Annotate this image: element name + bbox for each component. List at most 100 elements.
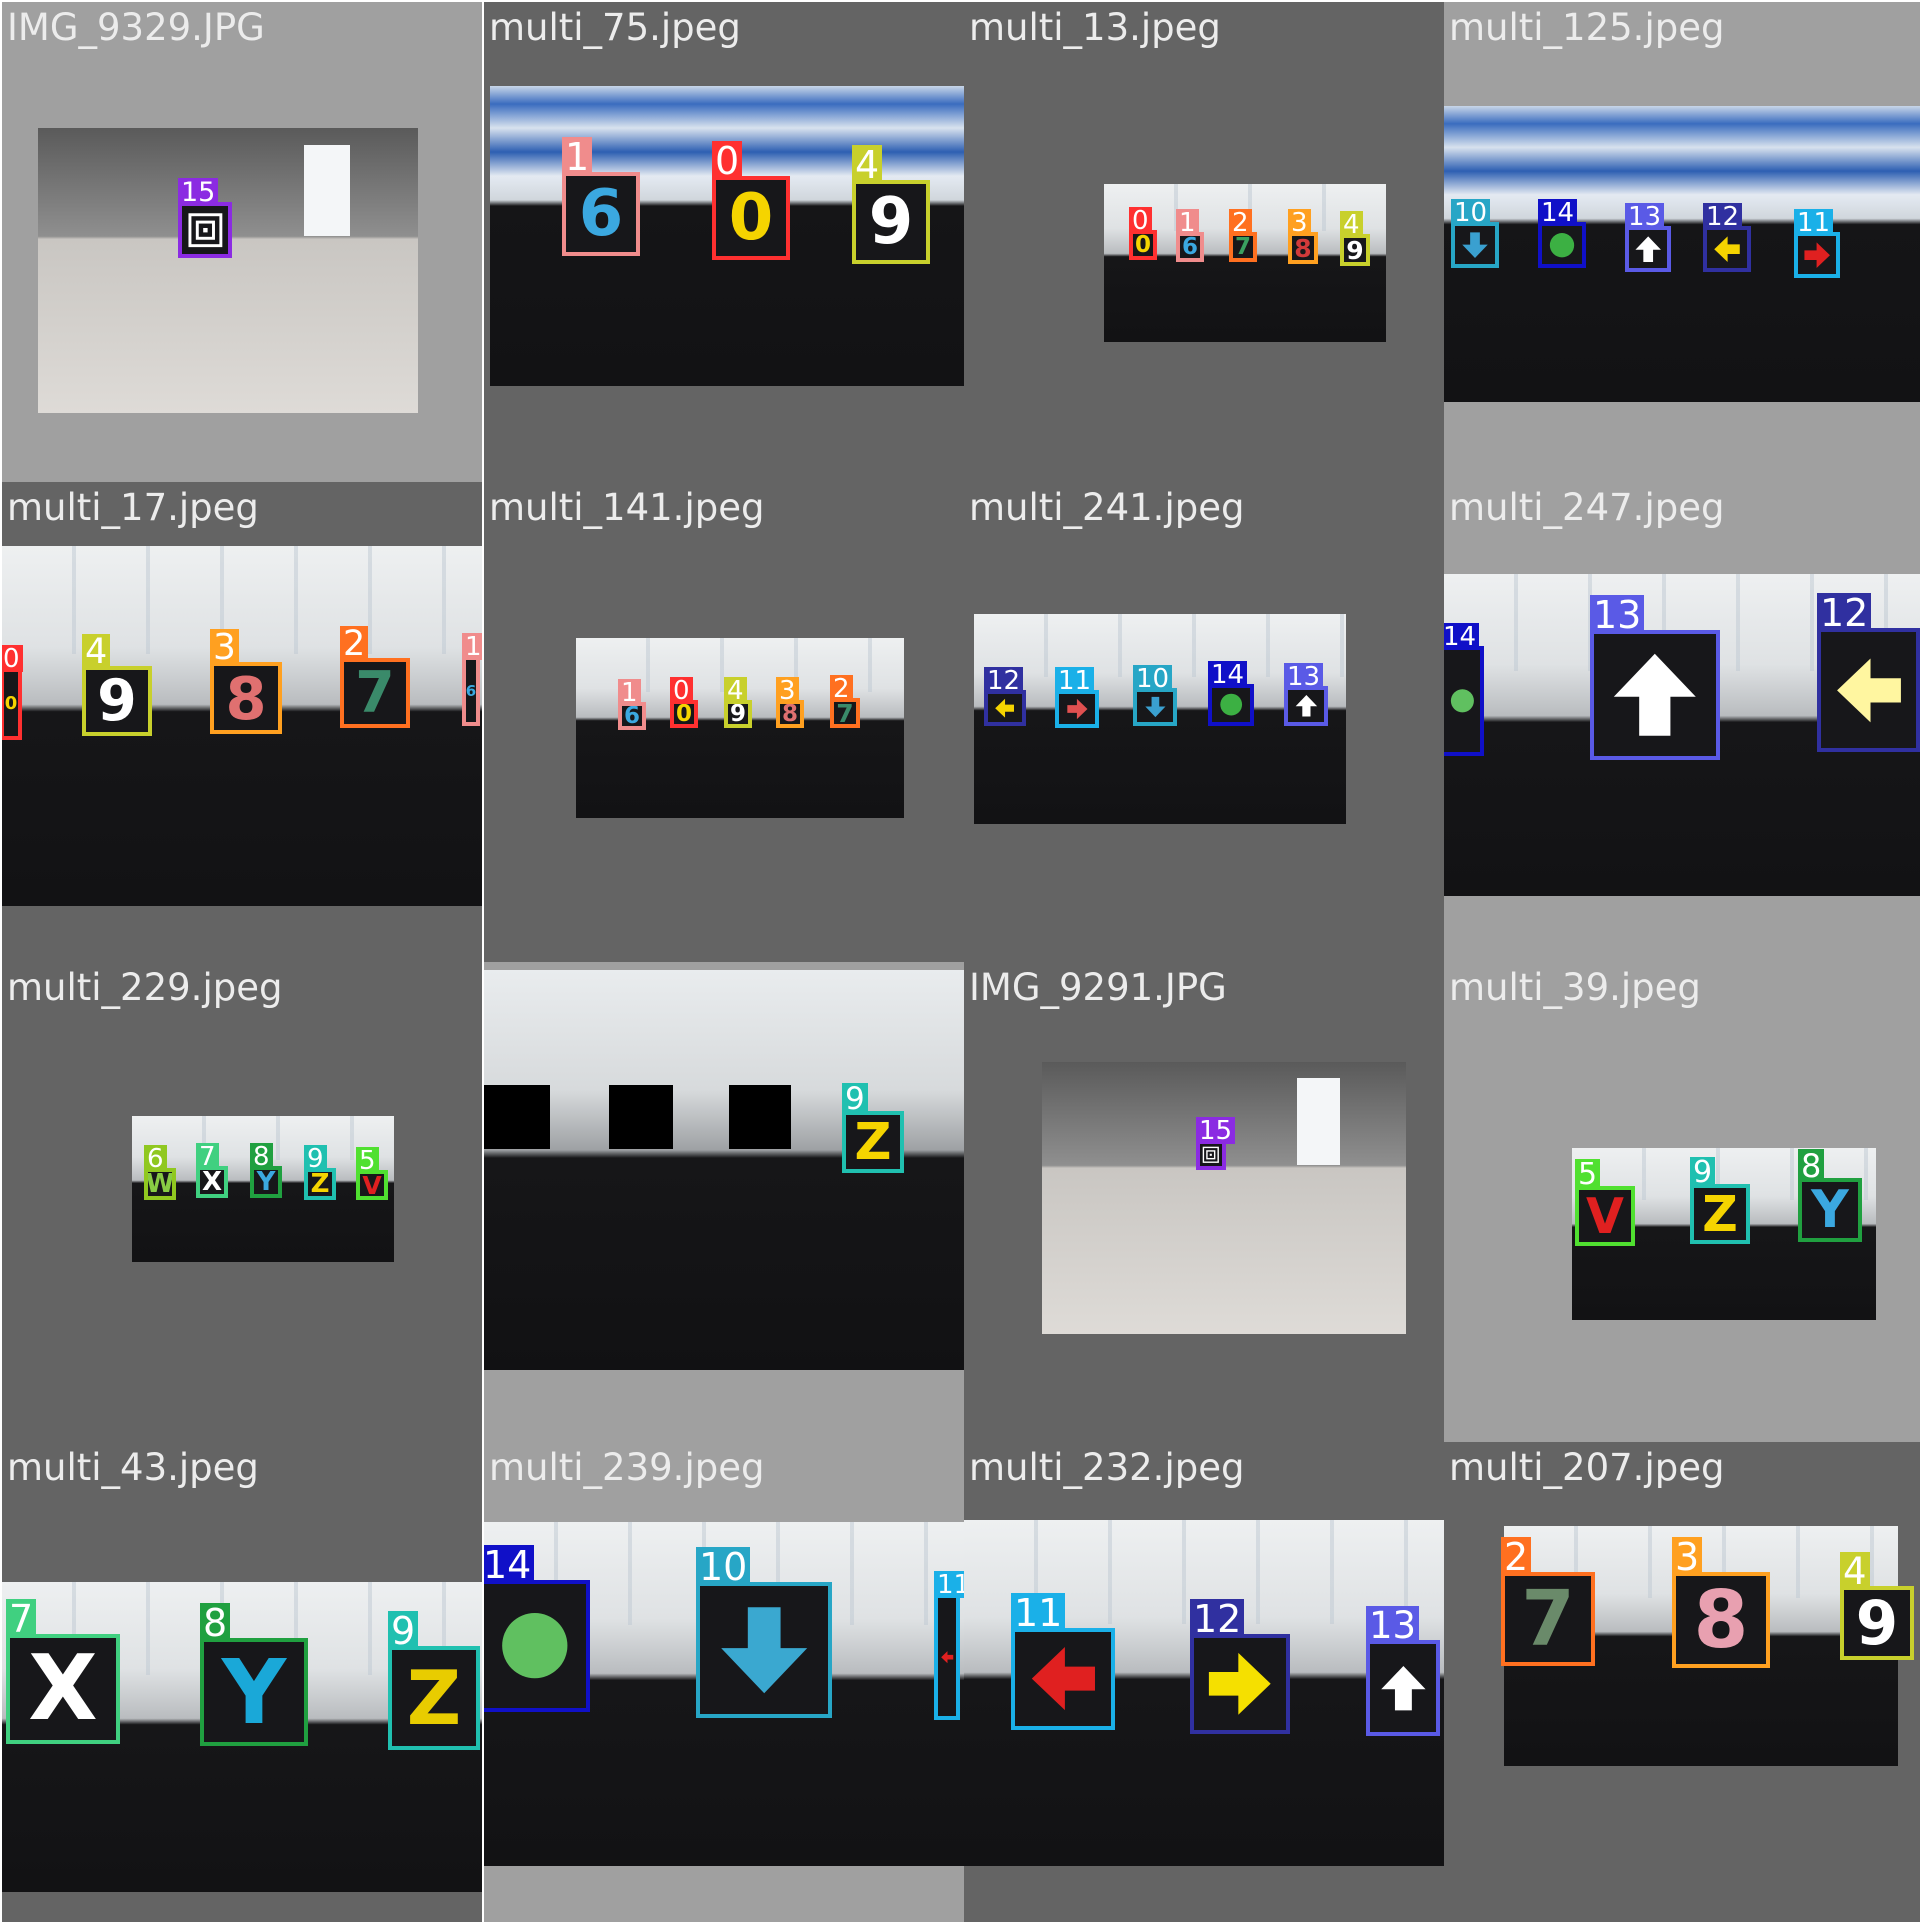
mosaic-tile: multi_229.jpeg W 6 X 7 Y 8 Z 9 V 5 bbox=[2, 962, 482, 1442]
detection-box: 3 bbox=[1672, 1537, 1770, 1668]
tile-filename: multi_39.jpeg bbox=[1449, 966, 1701, 1009]
detection-box: 12 bbox=[1190, 1599, 1290, 1734]
detection-label: 0 bbox=[2, 645, 23, 672]
tile-filename: multi_239.jpeg bbox=[489, 1446, 765, 1489]
mosaic-tile: multi_141.jpeg 6 1 0 0 9 4 8 3 7 2 bbox=[484, 482, 964, 962]
detection-box: 4 bbox=[82, 634, 152, 736]
tile-filename: multi_141.jpeg bbox=[489, 486, 765, 529]
detection-label: 2 bbox=[830, 675, 853, 702]
detection-label: 4 bbox=[1840, 1552, 1870, 1590]
detection-box: 2 bbox=[1501, 1537, 1595, 1666]
detection-box: 14 bbox=[1208, 661, 1254, 726]
detection-label: 15 bbox=[178, 178, 219, 206]
detection-label: 4 bbox=[852, 145, 883, 184]
detection-box: 9 bbox=[1690, 1157, 1750, 1244]
mosaic-tile: Z9 bbox=[484, 962, 964, 1442]
detection-label: 1 bbox=[1176, 209, 1199, 236]
mosaic-tile: multi_207.jpeg 7 2 8 3 9 4 bbox=[1444, 1442, 1920, 1922]
corridor-window bbox=[304, 145, 350, 237]
detection-label: 1 bbox=[462, 633, 482, 660]
detection-box: 2 bbox=[830, 675, 860, 728]
mosaic-tile: IMG_9329.JPG 15 bbox=[2, 2, 482, 482]
detection-box: 14 bbox=[484, 1545, 590, 1712]
detection-box: 11 bbox=[1794, 209, 1840, 278]
detection-box: 11 bbox=[934, 1571, 964, 1720]
detection-label: 11 bbox=[1055, 667, 1095, 694]
tile-photo bbox=[1042, 1062, 1406, 1334]
detection-label: 12 bbox=[1817, 593, 1872, 632]
mosaic-tile: multi_241.jpeg 12 11 10 14 13 bbox=[964, 482, 1444, 962]
detection-box: 6 bbox=[144, 1145, 176, 1200]
detection-box: 10 bbox=[1451, 199, 1499, 268]
detection-box: 3 bbox=[210, 629, 282, 734]
detection-label: 11 bbox=[934, 1571, 964, 1598]
tile-filename: multi_207.jpeg bbox=[1449, 1446, 1725, 1489]
detection-label: 2 bbox=[340, 626, 369, 662]
detection-label: 10 bbox=[1133, 665, 1173, 692]
mosaic-tile: multi_75.jpeg 6 1 0 0 9 4 bbox=[484, 2, 964, 482]
mosaic-tile: multi_17.jpeg 0 0 9 4 8 3 7 2 6 1 bbox=[2, 482, 482, 962]
detection-box: 0 bbox=[712, 141, 790, 260]
detection-box: 13 bbox=[1590, 595, 1720, 760]
detection-label: 4 bbox=[724, 677, 747, 704]
detection-box: 15 bbox=[1196, 1117, 1236, 1170]
detection-label: 1 bbox=[562, 137, 593, 176]
detection-label: 9 bbox=[842, 1083, 868, 1115]
detection-label: 3 bbox=[1672, 1537, 1703, 1576]
detection-label: 4 bbox=[82, 634, 111, 670]
tile-filename: multi_43.jpeg bbox=[7, 1446, 259, 1489]
detection-box: 2 bbox=[340, 626, 410, 728]
detection-label: 12 bbox=[1190, 1599, 1245, 1638]
detection-label: 14 bbox=[484, 1545, 535, 1584]
tile-filename: IMG_9291.JPG bbox=[969, 966, 1227, 1009]
detection-label: 13 bbox=[1625, 203, 1665, 230]
detection-label: 10 bbox=[1451, 199, 1491, 226]
detection-label: 9 bbox=[388, 1611, 419, 1650]
tile-filename: multi_232.jpeg bbox=[969, 1446, 1245, 1489]
detection-label: 0 bbox=[1129, 207, 1152, 234]
detection-box: 12 bbox=[984, 667, 1026, 726]
detection-label: 3 bbox=[210, 629, 239, 666]
detection-box: 0 bbox=[1129, 207, 1157, 260]
detection-box: 8 bbox=[250, 1143, 282, 1198]
detection-label: 6 bbox=[144, 1145, 167, 1172]
detection-box: 2 bbox=[1229, 209, 1257, 262]
detection-label: 8 bbox=[250, 1143, 273, 1170]
detection-label: 13 bbox=[1366, 1606, 1420, 1644]
tile-filename: multi_17.jpeg bbox=[7, 486, 259, 529]
detection-box: 7 bbox=[196, 1143, 228, 1198]
mosaic-tile: multi_239.jpeg 14 10 11 bbox=[484, 1442, 964, 1922]
detection-box: 1 bbox=[1176, 209, 1204, 262]
detection-label: 13 bbox=[1284, 663, 1324, 690]
detection-label: 10 bbox=[696, 1547, 751, 1586]
detection-box: 3 bbox=[776, 677, 804, 728]
detection-box: 1 bbox=[562, 137, 640, 256]
detection-box: 5 bbox=[356, 1147, 388, 1200]
detection-box: 0 bbox=[2, 645, 23, 740]
detection-label: 5 bbox=[356, 1147, 379, 1174]
mosaic-tile: multi_43.jpeg X 7 Y 8 Z 9 bbox=[2, 1442, 482, 1922]
mosaic-tile: multi_247.jpeg 14 13 12 bbox=[1444, 482, 1920, 962]
detection-box: 10 bbox=[696, 1547, 832, 1718]
detection-label: 4 bbox=[1340, 211, 1363, 238]
detection-label: 14 bbox=[1538, 199, 1578, 226]
detection-label: 0 bbox=[712, 141, 743, 180]
detection-box: 11 bbox=[1055, 667, 1099, 728]
detection-box: 12 bbox=[1817, 593, 1920, 752]
tile-filename: multi_241.jpeg bbox=[969, 486, 1245, 529]
detection-box: 4 bbox=[1840, 1552, 1914, 1660]
redacted-block bbox=[729, 1085, 791, 1149]
tile-filename: IMG_9329.JPG bbox=[7, 6, 265, 49]
mosaic-tile: multi_125.jpeg 10 14 13 12 11 bbox=[1444, 2, 1920, 482]
detection-label: 11 bbox=[1011, 1593, 1066, 1632]
detection-label: 7 bbox=[196, 1143, 219, 1170]
detection-box: 3 bbox=[1288, 209, 1318, 264]
detection-label: 0 bbox=[670, 677, 693, 704]
redacted-block bbox=[484, 1085, 550, 1149]
detection-label: 2 bbox=[1501, 1537, 1532, 1576]
tile-filename: multi_13.jpeg bbox=[969, 6, 1221, 49]
tile-photo bbox=[1444, 106, 1920, 402]
detection-label: 14 bbox=[1208, 661, 1248, 688]
detection-box: 4 bbox=[724, 677, 752, 728]
detection-label: 1 bbox=[618, 679, 641, 706]
